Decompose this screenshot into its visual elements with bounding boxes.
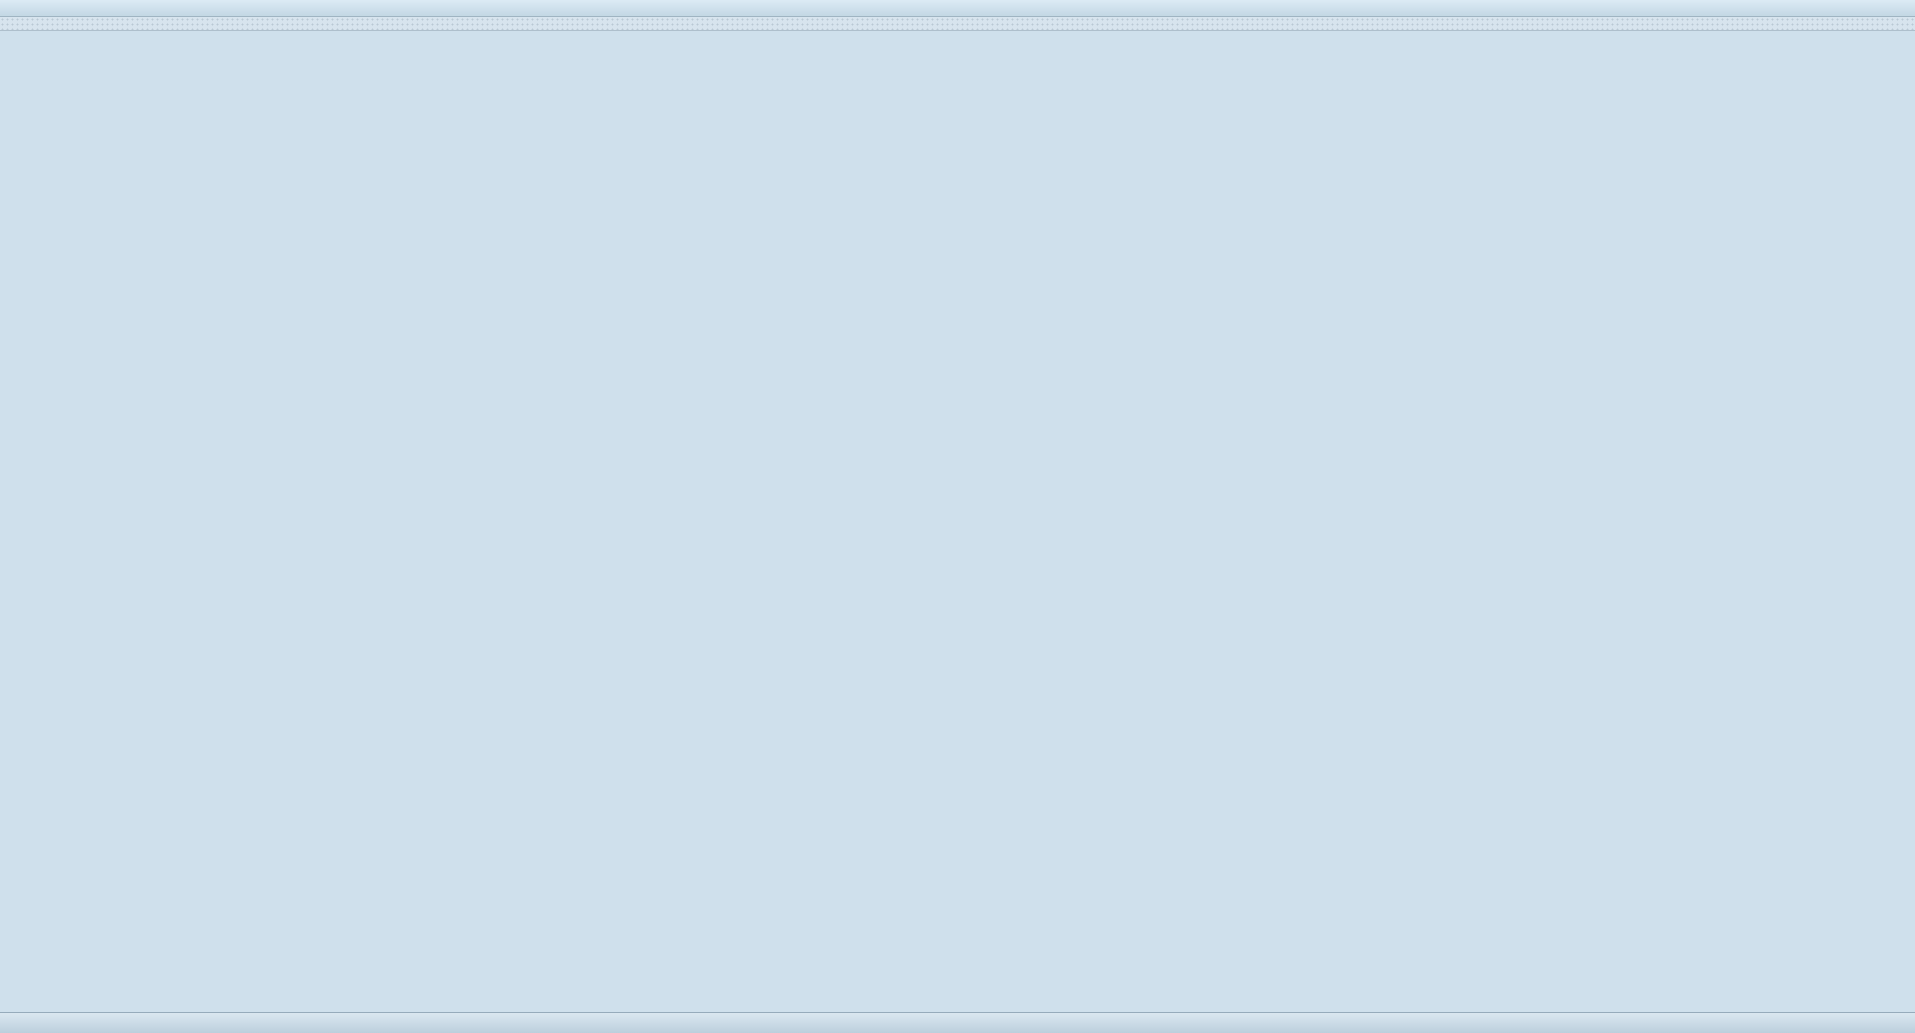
status-bar: [0, 1012, 1915, 1033]
indicator-toggle-bar: [0, 17, 1915, 31]
chart-canvas[interactable]: [0, 0, 1915, 1032]
top-toolbar: [0, 0, 1915, 17]
